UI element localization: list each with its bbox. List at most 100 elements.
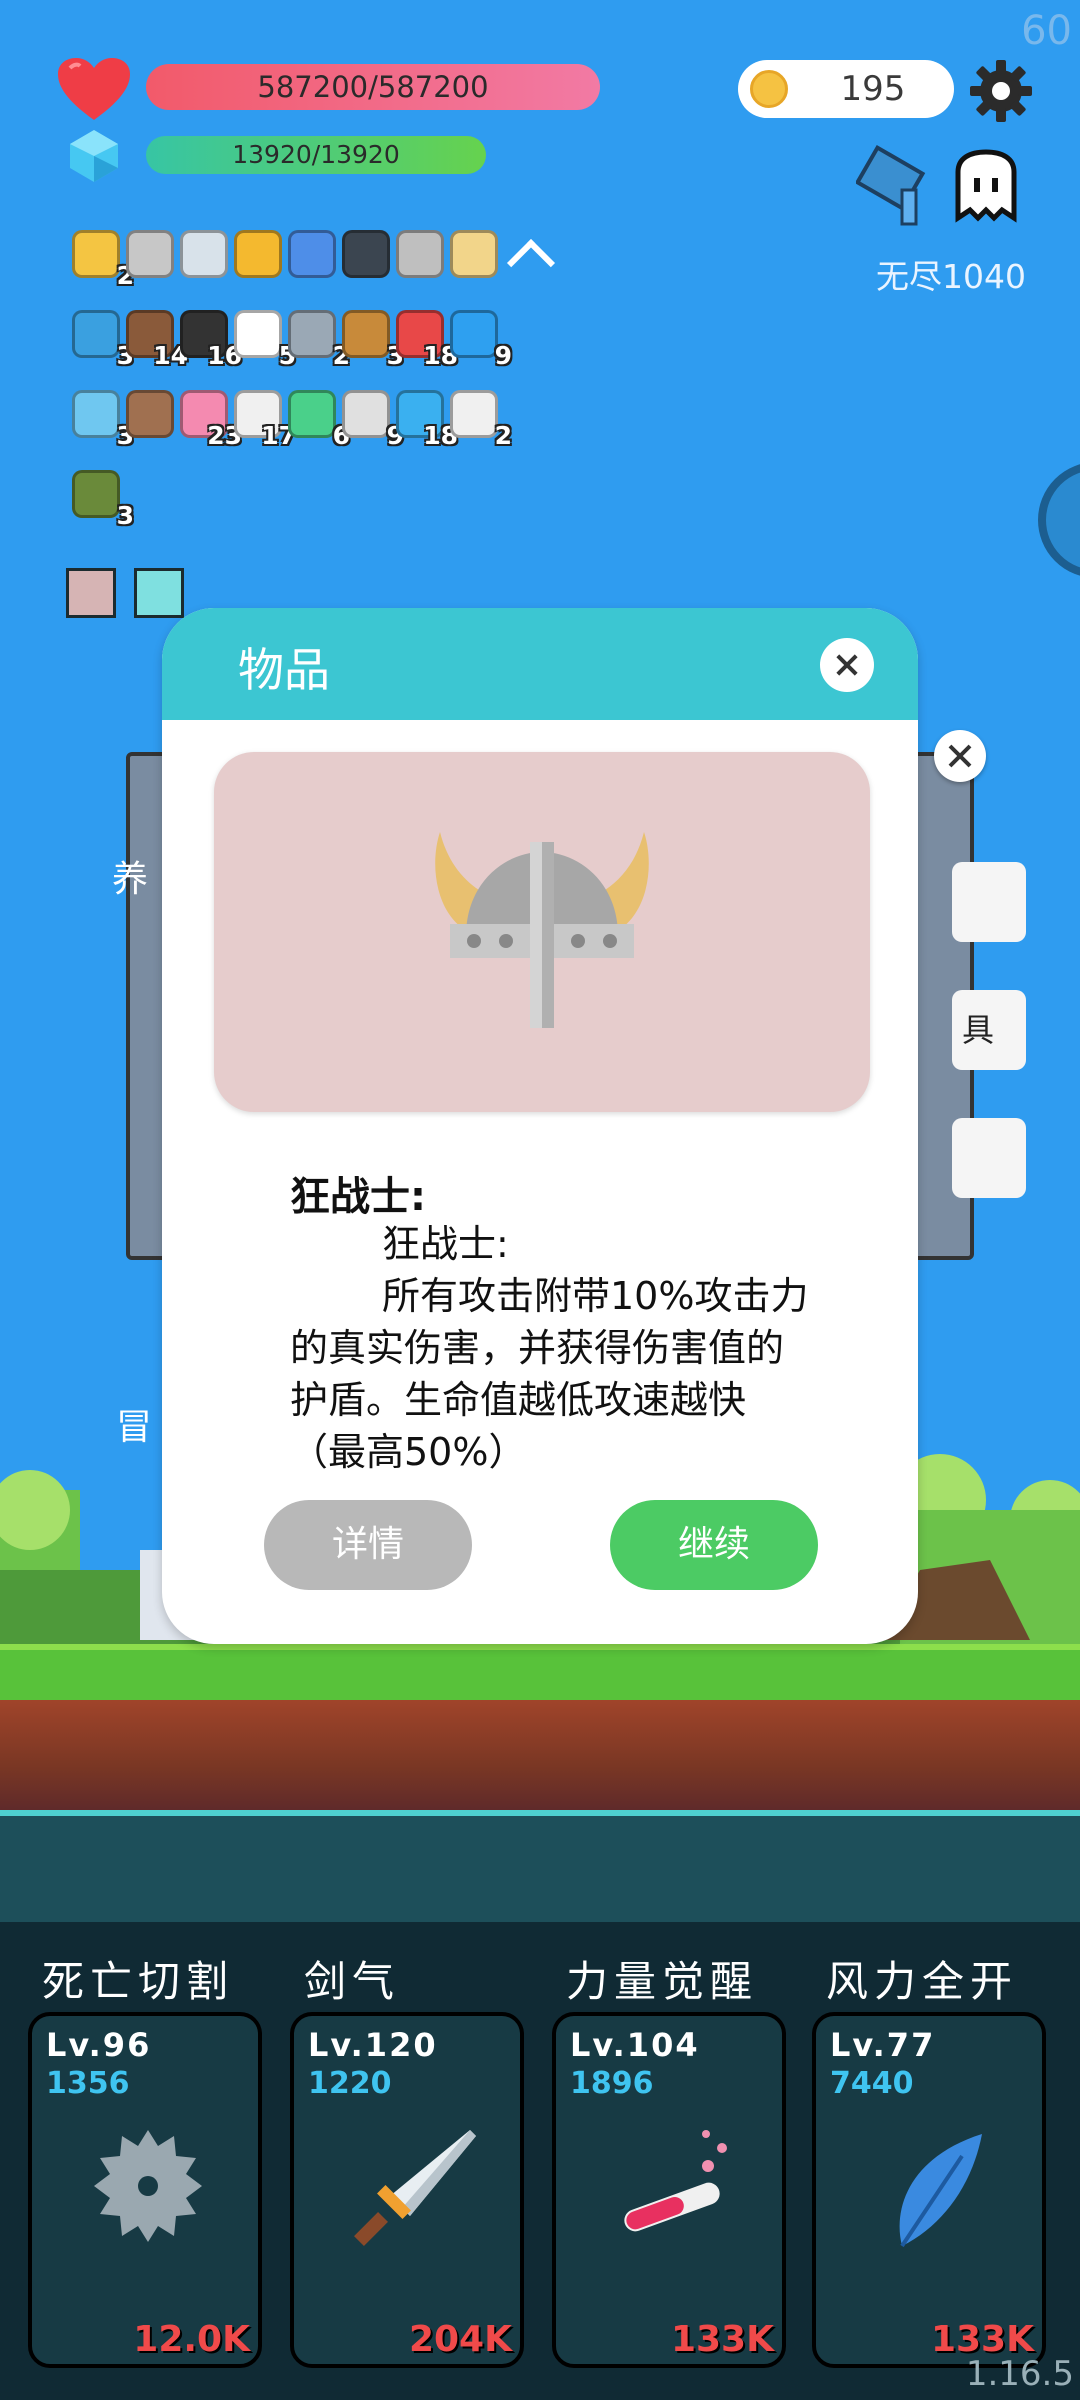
skill-upgrade-cost: 12.0K	[133, 2319, 250, 2360]
dice-icon[interactable]: 2	[444, 384, 512, 450]
ghost-pet-icon[interactable]	[950, 148, 1022, 224]
chevron-up-icon[interactable]	[498, 224, 558, 288]
grenade-icon[interactable]: 3	[66, 464, 134, 530]
skill-upgrade-cost: 133K	[670, 2319, 774, 2360]
viking-helmet-icon[interactable]	[390, 224, 450, 284]
description-body: 所有攻击附带10%攻击力的真实伤害，并获得伤害值的护盾。生命值越低攻速越快（最高…	[290, 1274, 809, 1474]
target-icon-shape	[72, 310, 120, 358]
heart-icon	[58, 58, 130, 120]
sword-icon[interactable]	[174, 224, 234, 284]
flying-axe-pet-icon[interactable]	[856, 144, 942, 230]
skill-card[interactable]: Lv.104 1896 133K	[552, 2012, 786, 2368]
sapphire-icon[interactable]: 9	[444, 304, 512, 370]
cauldron-icon[interactable]: 16	[174, 304, 242, 370]
side-button-2[interactable]: 具	[952, 990, 1026, 1070]
bulb-icon[interactable]: 9	[336, 384, 404, 450]
coin-icon	[750, 70, 788, 108]
potion-icon-shape	[72, 390, 120, 438]
alien-icon[interactable]: 6	[282, 384, 350, 450]
skill-name: 风力全开	[826, 1957, 1019, 2006]
skill-name: 死亡切割	[42, 1957, 235, 2006]
striped-tile-icon[interactable]	[66, 568, 116, 618]
modal-title: 物品	[238, 643, 330, 697]
side-button-1[interactable]	[952, 862, 1026, 942]
sun-icon-shape	[72, 230, 120, 278]
map-icon-shape	[450, 230, 498, 278]
mp-bar: 13920/13920	[146, 136, 486, 174]
skill-value: 1220	[308, 2066, 392, 2101]
skill-name: 力量觉醒	[566, 1957, 759, 2006]
background-label-fragment: 冒	[116, 1407, 153, 1448]
sapphire-icon-shape	[450, 310, 498, 358]
watermelon-icon[interactable]: 18	[390, 304, 458, 370]
viking-helmet-icon-shape	[396, 230, 444, 278]
skill-upgrade-cost: 204K	[408, 2319, 512, 2360]
poker-cards-icon[interactable]: 5	[228, 304, 296, 370]
sword-icon-shape	[180, 230, 228, 278]
water-strip	[0, 1810, 1080, 1928]
skill-card[interactable]: Lv.77 7440 133K	[812, 2012, 1046, 2368]
potion-icon[interactable]: 3	[66, 384, 134, 450]
item-count: 2	[494, 421, 512, 450]
viking-helmet-icon	[435, 832, 649, 1028]
side-button-3[interactable]	[952, 1118, 1026, 1198]
cards-icon[interactable]	[282, 224, 342, 284]
skill-level: Lv.120	[308, 2026, 438, 2064]
close-icon	[948, 744, 972, 768]
alien-icon-shape	[288, 390, 336, 438]
ground-grass	[0, 1644, 1080, 1700]
item-count: 3	[116, 501, 134, 530]
skill-level: Lv.104	[570, 2026, 700, 2064]
skill-card[interactable]: Lv.96 1356 12.0K	[28, 2012, 262, 2368]
meteor-icon-shape	[126, 390, 174, 438]
item-count: 9	[494, 341, 512, 370]
coin-counter: 195	[738, 60, 954, 118]
axe-icon[interactable]	[120, 224, 180, 284]
cloud-icon[interactable]: 17	[228, 384, 296, 450]
chat-icon[interactable]: 18	[390, 384, 458, 450]
poker-cards-icon-shape	[234, 310, 282, 358]
target-icon[interactable]: 3	[66, 304, 134, 370]
skill-value: 1356	[46, 2066, 130, 2101]
detail-button[interactable]: 详情	[264, 1500, 472, 1590]
crown-icon-shape	[234, 230, 282, 278]
bulb-icon-shape	[342, 390, 390, 438]
coconut-icon[interactable]: 14	[120, 304, 188, 370]
ice-cream-icon[interactable]: 23	[174, 384, 242, 450]
cards-icon-shape	[288, 230, 336, 278]
ground-dirt	[0, 1700, 1080, 1810]
endless-stage-label: 无尽1040	[876, 257, 1026, 296]
crown-icon[interactable]	[228, 224, 288, 284]
side-wheel-button[interactable]	[1036, 460, 1080, 580]
settings-gear-icon[interactable]	[968, 58, 1034, 124]
grenade-icon-shape	[72, 470, 120, 518]
skull-book-icon[interactable]	[336, 224, 396, 284]
axe-icon-shape	[126, 230, 174, 278]
item-modal: 物品 狂战士: 狂战士: 所有攻击附带10%攻击力的真实伤害，并获得伤害值的护盾…	[162, 608, 918, 1644]
skill-name: 剑气	[304, 1957, 401, 2006]
bow-icon[interactable]: 3	[336, 304, 404, 370]
dice-icon-shape	[450, 390, 498, 438]
map-icon[interactable]	[444, 224, 504, 284]
compass-icon-shape	[288, 310, 336, 358]
version-label: 1.16.5	[965, 2354, 1074, 2394]
skill-card[interactable]: Lv.120 1220 204K	[290, 2012, 524, 2368]
continue-button[interactable]: 继续	[610, 1500, 818, 1590]
compass-icon[interactable]: 2	[282, 304, 350, 370]
coin-amount: 195	[840, 69, 906, 109]
fps-counter: 60	[1021, 8, 1072, 54]
hp-bar: 587200/587200	[146, 64, 600, 110]
skull-book-icon-shape	[342, 230, 390, 278]
mana-crystal-icon	[70, 130, 118, 182]
sun-icon[interactable]: 2	[66, 224, 134, 290]
modal-header: 物品	[162, 608, 918, 720]
bow-icon-shape	[342, 310, 390, 358]
background-close-button[interactable]	[934, 730, 986, 782]
item-name: 狂战士:	[290, 1174, 426, 1220]
meteor-icon[interactable]	[120, 384, 180, 444]
modal-close-button[interactable]	[820, 638, 874, 692]
skill-level: Lv.96	[46, 2026, 152, 2064]
item-preview	[214, 752, 870, 1112]
skill-value: 7440	[830, 2066, 914, 2101]
skill-value: 1896	[570, 2066, 654, 2101]
